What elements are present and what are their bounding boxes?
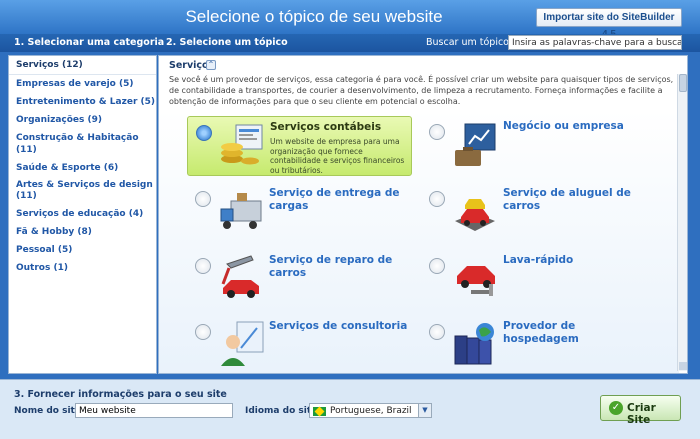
topic-lava-rapido[interactable]: Lava-rápido xyxy=(421,250,646,310)
topic-label: Serviço de entrega de cargas xyxy=(269,187,400,212)
category-construcao[interactable]: Construção & Habitação (11) xyxy=(9,129,156,159)
site-language-value: Portuguese, Brazil xyxy=(330,406,412,416)
topic-aluguel-carros[interactable]: Serviço de aluguel de carros xyxy=(421,183,646,243)
topic-consultoria[interactable]: Serviços de consultoria xyxy=(187,316,412,373)
create-site-button[interactable]: ✓ Criar Site xyxy=(600,395,681,426)
dropdown-arrow-icon[interactable]: ▼ xyxy=(418,404,431,417)
radio-button[interactable] xyxy=(196,125,212,141)
car-repair-icon xyxy=(221,255,259,298)
car-wash-icon xyxy=(457,266,495,296)
topic-label: Negócio ou empresa xyxy=(503,120,624,132)
topic-reparo-carros[interactable]: Serviço de reparo de carros xyxy=(187,250,412,310)
radio-button[interactable] xyxy=(195,258,211,274)
check-icon: ✓ xyxy=(609,401,623,415)
category-list: Serviços (12) Empresas de varejo (5) Ent… xyxy=(8,55,157,374)
accounting-icon xyxy=(221,124,263,165)
step-header-bar: 1. Selecionar uma categoria 2. Selecione… xyxy=(0,34,700,52)
category-empresas-varejo[interactable]: Empresas de varejo (5) xyxy=(9,75,156,93)
site-name-input[interactable] xyxy=(75,403,233,418)
site-language-select[interactable]: Portuguese, Brazil ▼ xyxy=(309,403,432,418)
topic-label: Provedor de hospedagem xyxy=(503,320,579,345)
topic-description: Um website de empresa para uma organizaç… xyxy=(270,137,405,175)
step2-label: 2. Selecione um tópico xyxy=(166,37,288,48)
radio-button[interactable] xyxy=(195,191,211,207)
category-entretenimento[interactable]: Entretenimento & Lazer (5) xyxy=(9,93,156,111)
topic-label: Serviços de consultoria xyxy=(269,320,408,332)
topic-hospedagem[interactable]: Provedor de hospedagem xyxy=(421,316,646,373)
import-sitebuilder-button[interactable]: Importar site do SiteBuilder 4.5 xyxy=(536,8,682,40)
site-name-label: Nome do site xyxy=(14,406,81,416)
search-label: Buscar um tópico xyxy=(426,37,509,48)
create-site-label: Criar Site xyxy=(627,402,656,426)
search-input[interactable] xyxy=(508,35,682,50)
site-info-section: 3. Fornecer informações para o seu site … xyxy=(0,379,700,439)
radio-button[interactable] xyxy=(429,258,445,274)
step1-label: 1. Selecionar uma categoria xyxy=(14,37,165,48)
collapse-icon[interactable]: ⌃ xyxy=(206,60,216,70)
category-pessoal[interactable]: Pessoal (5) xyxy=(9,241,156,259)
section-description: Se você é um provedor de serviços, essa … xyxy=(169,75,674,106)
topic-negocio-empresa[interactable]: Negócio ou empresa xyxy=(421,116,646,176)
topic-label: Serviços contábeis xyxy=(270,121,382,133)
category-artes[interactable]: Artes & Serviços de design (11) xyxy=(9,177,156,205)
radio-button[interactable] xyxy=(429,124,445,140)
category-servicos[interactable]: Serviços (12) xyxy=(9,56,156,75)
topic-servicos-contabeis[interactable]: Serviços contábeis Um website de empresa… xyxy=(187,116,412,176)
delivery-truck-icon xyxy=(220,193,262,229)
topic-panel: Serviços ⌃ Se você é um provedor de serv… xyxy=(158,55,688,374)
topic-grid: Serviços contábeis Um website de empresa… xyxy=(159,110,679,373)
scroll-down-arrow[interactable] xyxy=(679,362,687,370)
car-rental-icon xyxy=(455,199,495,231)
window-title: Selecione o tópico de seu website xyxy=(185,7,443,26)
topic-label: Serviço de reparo de carros xyxy=(269,254,393,279)
category-fa-hobby[interactable]: Fã & Hobby (8) xyxy=(9,223,156,241)
radio-button[interactable] xyxy=(429,191,445,207)
step3-label: 3. Fornecer informações para o seu site xyxy=(14,389,227,400)
category-educacao[interactable]: Serviços de educação (4) xyxy=(9,205,156,223)
scrollbar-thumb[interactable] xyxy=(679,74,687,92)
category-organizacoes[interactable]: Organizações (9) xyxy=(9,111,156,129)
topic-label: Lava-rápido xyxy=(503,254,574,266)
consulting-icon xyxy=(221,321,264,366)
category-saude[interactable]: Saúde & Esporte (6) xyxy=(9,159,156,177)
topic-scrollbar[interactable] xyxy=(677,74,687,371)
topic-entrega-cargas[interactable]: Serviço de entrega de cargas xyxy=(187,183,412,243)
category-outros[interactable]: Outros (1) xyxy=(9,259,156,277)
site-language-label: Idioma do site xyxy=(245,406,318,416)
hosting-icon xyxy=(454,323,494,365)
title-bar: Selecione o tópico de seu website Import… xyxy=(0,0,700,40)
business-icon xyxy=(455,123,496,166)
brazil-flag-icon xyxy=(313,407,326,416)
topic-label: Serviço de aluguel de carros xyxy=(503,187,631,212)
radio-button[interactable] xyxy=(195,324,211,340)
radio-button[interactable] xyxy=(429,324,445,340)
